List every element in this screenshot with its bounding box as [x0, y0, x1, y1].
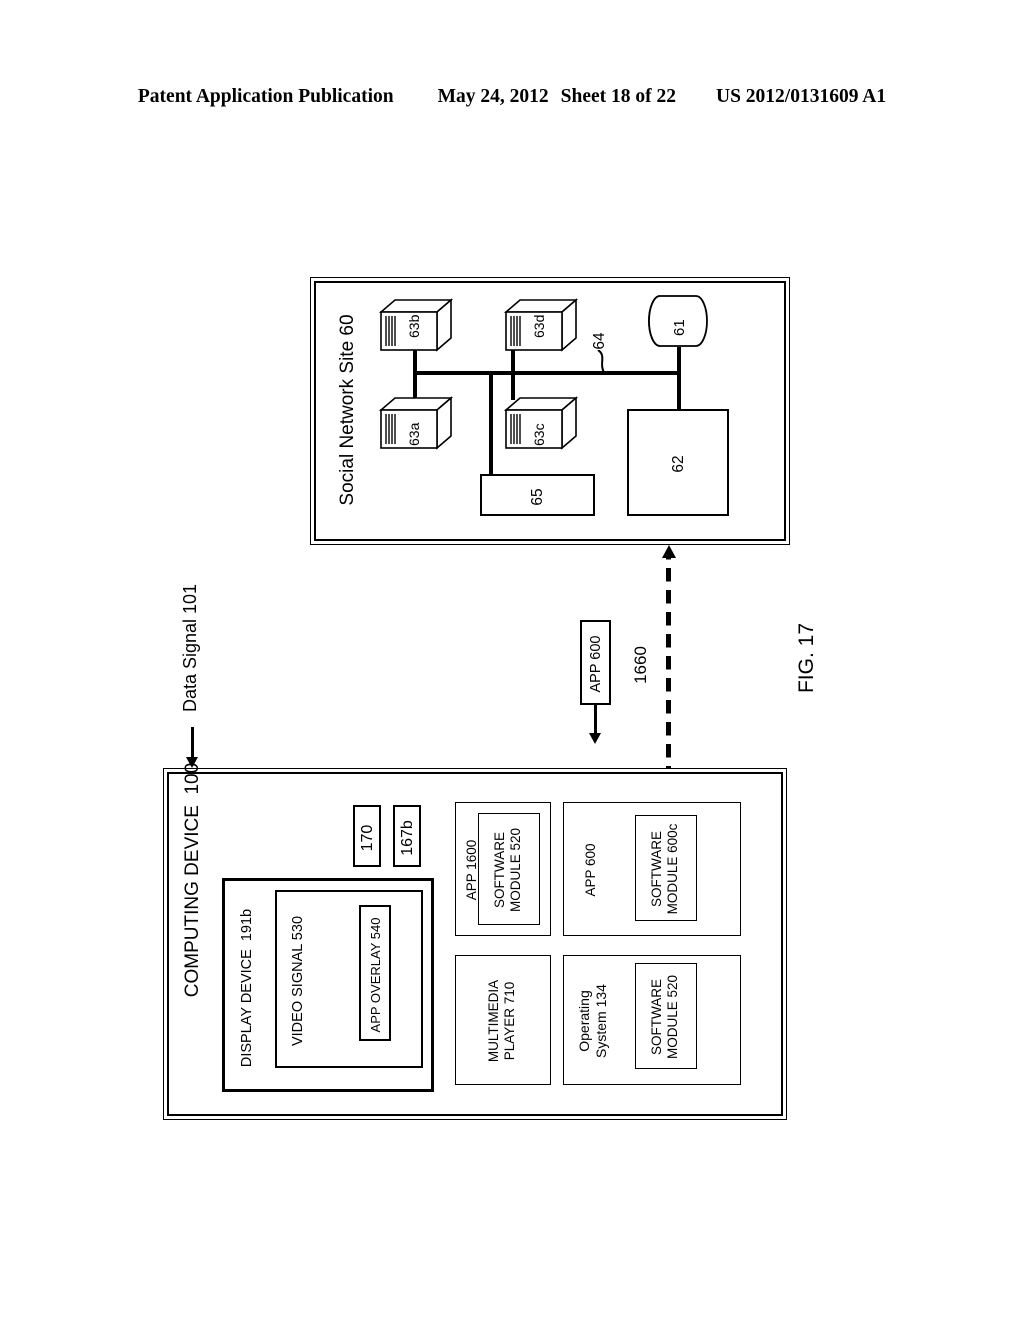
box-167b-label: 167b: [399, 820, 416, 856]
app-overlay-label: APP OVERLAY 540: [368, 917, 383, 1033]
server-63d-label: 63d: [531, 314, 547, 338]
multimedia-player-box: MULTIMEDIA PLAYER 710: [455, 955, 551, 1085]
header-date: May 24, 2012: [437, 86, 549, 107]
app-600-label: APP 600: [583, 843, 598, 897]
link-61-62: [677, 347, 681, 411]
middle-app-600-box: APP 600: [580, 620, 611, 705]
box-65: 65: [480, 474, 595, 516]
box-65-label: 65: [529, 488, 546, 506]
video-signal-label: VIDEO SIGNAL 530: [290, 915, 306, 1047]
header-publication: Patent Application Publication: [137, 86, 394, 107]
server-63b: 63b: [379, 298, 453, 352]
box-62: 62: [627, 409, 729, 516]
box-62-label: 62: [670, 455, 687, 473]
app-overlay-box: APP OVERLAY 540: [359, 905, 391, 1041]
app-1600-software-module-box: SOFTWARE MODULE 520: [478, 813, 540, 925]
operating-system-software-module-label: SOFTWARE MODULE 520: [649, 974, 680, 1060]
link-1660-arrow-up: [661, 545, 676, 558]
figure-label: FIG. 17: [795, 622, 818, 694]
operating-system-software-module-box: SOFTWARE MODULE 520: [635, 963, 697, 1069]
operating-system-label: Operating System 134: [576, 984, 609, 1058]
server-63c: 63c: [504, 396, 578, 450]
server-63b-label: 63b: [406, 314, 422, 338]
multimedia-player-label: MULTIMEDIA PLAYER 710: [486, 979, 517, 1063]
middle-app-600-label: APP 600: [588, 635, 604, 693]
network-bus-line: [413, 371, 681, 375]
box-167b: 167b: [393, 805, 421, 867]
server-63d: 63d: [504, 298, 578, 352]
server-63a-label: 63a: [406, 422, 422, 446]
box-170: 170: [353, 805, 381, 867]
display-device-label: DISPLAY DEVICE 191b: [239, 908, 255, 1068]
database-61-label: 61: [671, 319, 688, 336]
box-170-label: 170: [359, 824, 376, 852]
bus-leader-line: [597, 350, 606, 375]
server-63c-label: 63c: [531, 423, 547, 446]
link-1660-label: 1660: [631, 646, 650, 684]
server-63a: 63a: [379, 396, 453, 450]
middle-app-600-arrow-head: [589, 733, 601, 744]
data-signal-101-label: Data Signal 101: [180, 583, 200, 713]
page-header: Patent Application Publication May 24, 20…: [0, 86, 1024, 108]
middle-app-600-arrow-shaft: [594, 705, 597, 736]
database-61: 61: [648, 294, 708, 348]
social-network-site-title: Social Network Site 60: [337, 314, 358, 506]
app-1600-software-module-label: SOFTWARE MODULE 520: [492, 827, 523, 913]
link-65: [489, 371, 493, 475]
header-sheet: Sheet 18 of 22: [560, 86, 676, 107]
header-patent-number: US 2012/0131609 A1: [716, 86, 887, 107]
video-signal-box: VIDEO SIGNAL 530: [275, 890, 423, 1068]
app-600-software-module-label: SOFTWARE MODULE 600c: [649, 823, 680, 915]
app-600-software-module-box: SOFTWARE MODULE 600c: [635, 815, 697, 921]
computing-device-title: COMPUTING DEVICE 100: [182, 762, 203, 998]
